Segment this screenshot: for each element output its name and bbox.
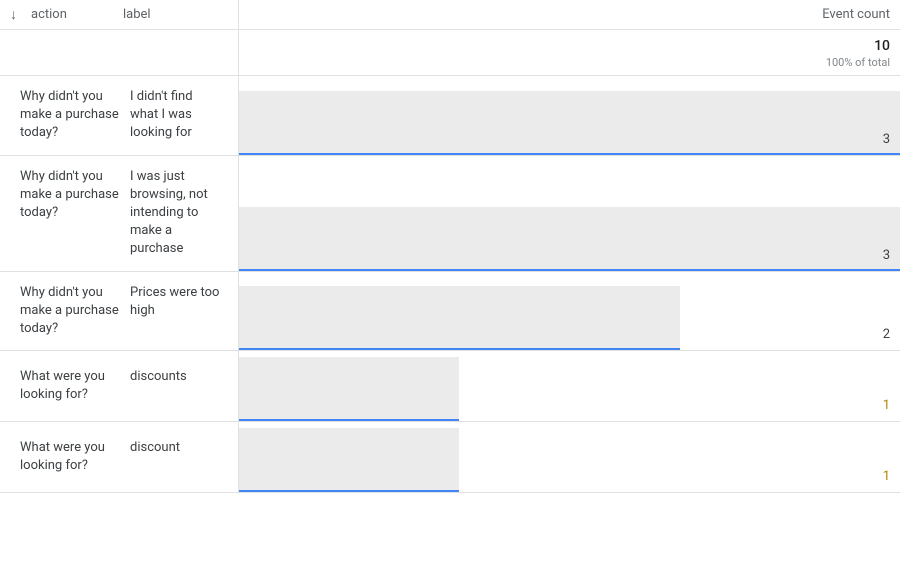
dim-action-header[interactable]: action — [31, 7, 123, 22]
row-metric-cell: 2 — [238, 271, 900, 351]
row-dims-cell: Why didn't you make a purchase today?Pri… — [0, 271, 238, 351]
table-row[interactable]: Why didn't you make a purchase today?I w… — [0, 155, 900, 271]
row-metric-cell: 3 — [238, 76, 900, 156]
row-value: 3 — [883, 132, 890, 147]
row-dims-cell: What were you looking for?discounts — [0, 351, 238, 422]
dim-label-header[interactable]: label — [123, 7, 151, 22]
row-dims-cell: Why didn't you make a purchase today?I w… — [0, 155, 238, 271]
sort-arrow-down-icon[interactable]: ↓ — [10, 6, 17, 23]
bar — [239, 286, 680, 350]
row-dims-cell: What were you looking for?discount — [0, 422, 238, 493]
row-metric-cell: 1 — [238, 422, 900, 493]
row-dims-cell: Why didn't you make a purchase today?I d… — [0, 76, 238, 156]
row-metric-cell: 1 — [238, 351, 900, 422]
row-action: What were you looking for? — [20, 439, 130, 475]
row-value: 1 — [883, 398, 890, 413]
total-value: 10 — [249, 38, 891, 54]
row-label: I was just browsing, not intending to ma… — [130, 168, 220, 259]
dimensions-header[interactable]: ↓ actionlabel — [0, 0, 238, 30]
row-action: Why didn't you make a purchase today? — [20, 284, 130, 339]
bar — [239, 91, 900, 155]
row-label: discount — [130, 439, 220, 475]
bar — [239, 357, 460, 421]
metric-header[interactable]: Event count — [238, 0, 900, 30]
row-value: 3 — [883, 248, 890, 263]
table-row[interactable]: What were you looking for?discounts 1 — [0, 351, 900, 422]
row-value: 1 — [883, 469, 890, 484]
row-label: I didn't find what I was looking for — [130, 88, 220, 143]
table-header-row: ↓ actionlabel Event count — [0, 0, 900, 30]
table-row[interactable]: Why didn't you make a purchase today?Pri… — [0, 271, 900, 351]
table-row[interactable]: What were you looking for?discount 1 — [0, 422, 900, 493]
metric-header-label: Event count — [822, 7, 890, 22]
row-label: discounts — [130, 368, 220, 404]
row-metric-cell: 3 — [238, 155, 900, 271]
row-label: Prices were too high — [130, 284, 220, 339]
total-subtext: 100% of total — [249, 56, 891, 69]
row-value: 2 — [883, 327, 890, 342]
total-dims-cell — [0, 30, 238, 76]
row-action: What were you looking for? — [20, 368, 130, 404]
bar — [239, 207, 900, 271]
total-row: 10 100% of total — [0, 30, 900, 76]
row-action: Why didn't you make a purchase today? — [20, 168, 130, 259]
events-table: ↓ actionlabel Event count 10 100% of tota… — [0, 0, 900, 493]
row-action: Why didn't you make a purchase today? — [20, 88, 130, 143]
total-metric-cell: 10 100% of total — [238, 30, 900, 76]
table-row[interactable]: Why didn't you make a purchase today?I d… — [0, 76, 900, 156]
bar — [239, 428, 460, 492]
